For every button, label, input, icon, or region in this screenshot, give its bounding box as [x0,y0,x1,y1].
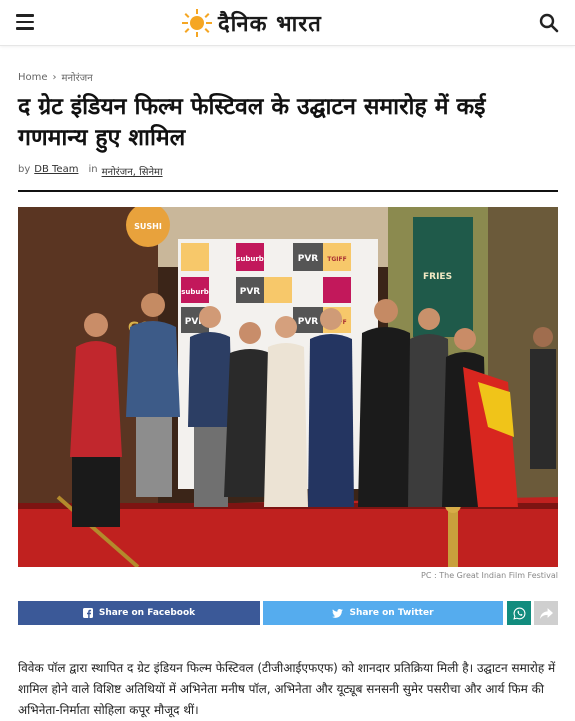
backdrop-pvr-text-2: PVR [240,287,261,297]
meta-in: in [88,164,98,175]
whatsapp-icon [512,607,525,620]
backdrop-suburb-text-2: suburb [181,288,209,296]
breadcrumb-separator: › [52,71,57,83]
facebook-icon [82,608,93,618]
image-caption: PC : The Great Indian Film Festival [421,571,558,580]
site-logo[interactable]: दैनिक भारत [180,8,322,38]
share-twitter-label: Share on Twitter [349,608,434,618]
share-arrow-icon [539,607,553,619]
top-navigation-bar: दैनिक भारत [0,0,575,46]
breadcrumb: Home › मनोरंजन [18,70,93,85]
meta-by: by [18,164,31,175]
share-more-button[interactable] [534,601,558,625]
article-meta: by DB Team in मनोरंजन, सिनेमा [18,164,163,178]
article-title: द ग्रेट इंडियन फिल्म फेस्टिवल के उद्घाटन… [18,94,486,151]
backdrop-tgiff-text: TGIFF [327,256,346,263]
sushi-sign-text: SUSHI [134,222,162,231]
featured-image[interactable]: SUSHI GO FRIES suburb PVR TGIFF suburb P… [18,207,558,567]
fries-sign-text: FRIES [423,272,452,282]
share-twitter-button[interactable]: Share on Twitter [263,601,503,625]
author-link[interactable]: DB Team [34,164,78,178]
category-links[interactable]: मनोरंजन, सिनेमा [102,164,163,178]
backdrop-pvr-text: PVR [298,254,319,264]
search-icon[interactable] [539,13,559,33]
article-body-paragraph: विवेक पॉल द्वारा स्थापित द ग्रेट इंडियन … [18,661,556,717]
logo-text: दैनिक भारत [218,11,322,37]
breadcrumb-category-link[interactable]: मनोरंजन [62,70,93,84]
backdrop-pvr-text-4: PVR [298,317,319,327]
twitter-icon [332,608,344,618]
hamburger-menu-icon[interactable] [16,14,34,30]
breadcrumb-home-link[interactable]: Home [18,72,48,83]
share-facebook-button[interactable]: Share on Facebook [18,601,260,625]
sun-logo-icon [182,9,212,37]
backdrop-suburb-text: suburb [236,255,264,263]
share-whatsapp-button[interactable] [507,601,531,625]
title-divider [18,190,558,192]
share-facebook-label: Share on Facebook [98,608,196,618]
